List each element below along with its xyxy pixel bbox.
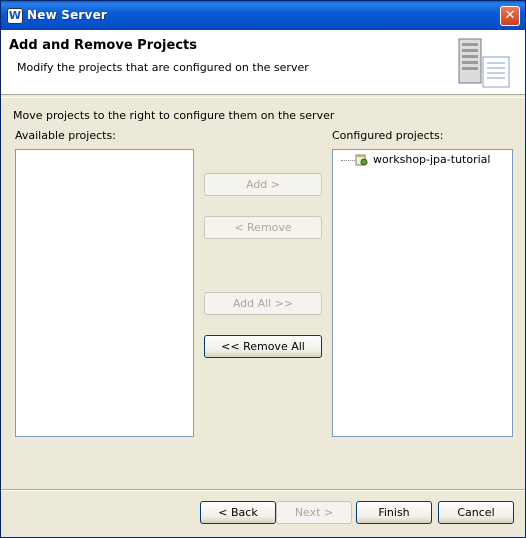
add-button[interactable]: Add > xyxy=(204,173,322,196)
project-icon xyxy=(355,154,368,166)
cancel-button[interactable]: Cancel xyxy=(438,501,514,524)
close-icon: ✕ xyxy=(504,8,516,23)
app-icon: W xyxy=(7,8,23,24)
footer-separator xyxy=(1,489,525,491)
new-server-dialog: W New Server ✕ Add and Remove Projects M… xyxy=(0,0,526,538)
window-title: New Server xyxy=(27,8,108,22)
header-separator xyxy=(1,97,525,98)
remove-all-button[interactable]: << Remove All xyxy=(204,335,322,358)
page-title: Add and Remove Projects xyxy=(9,38,197,53)
remove-button[interactable]: < Remove xyxy=(204,216,322,239)
available-projects-list[interactable] xyxy=(15,149,194,437)
close-button[interactable]: ✕ xyxy=(500,6,520,26)
finish-button[interactable]: Finish xyxy=(356,501,432,524)
configured-projects-label: Configured projects: xyxy=(332,129,444,142)
add-all-button[interactable]: Add All >> xyxy=(204,292,322,315)
project-label: workshop-jpa-tutorial xyxy=(373,153,491,166)
wizard-header: Add and Remove Projects Modify the proje… xyxy=(1,30,525,95)
tree-connector xyxy=(341,160,355,161)
server-icon xyxy=(458,38,510,88)
available-projects-label: Available projects: xyxy=(15,129,116,142)
instruction-text: Move projects to the right to configure … xyxy=(13,109,335,122)
next-button[interactable]: Next > xyxy=(276,501,352,524)
title-bar[interactable]: W New Server ✕ xyxy=(1,1,525,30)
configured-projects-list[interactable]: workshop-jpa-tutorial xyxy=(332,149,513,437)
back-button[interactable]: < Back xyxy=(200,501,276,524)
page-description: Modify the projects that are configured … xyxy=(17,61,309,74)
